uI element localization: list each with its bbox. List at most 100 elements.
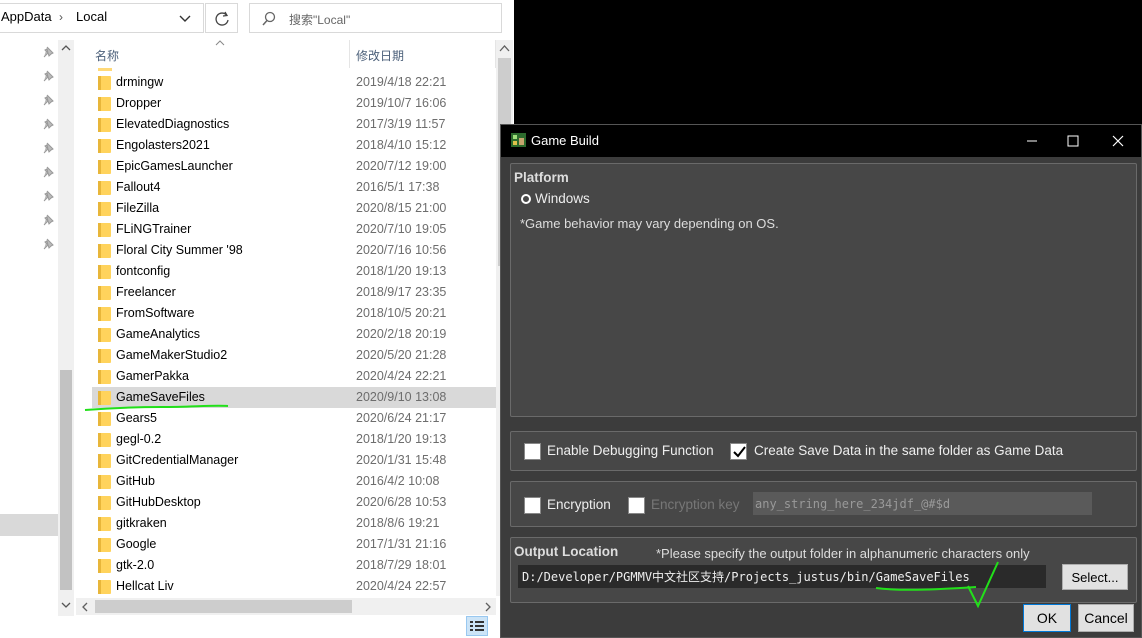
same-folder-label[interactable]: Create Save Data in the same folder as G… (754, 443, 1063, 458)
file-modified-date: 2020/9/10 13:08 (356, 390, 447, 404)
file-row[interactable]: Freelancer 2018/9/17 23:35 (92, 282, 497, 303)
pin-icon[interactable] (43, 190, 55, 202)
column-name[interactable]: 名称 (95, 47, 119, 64)
scroll-up-icon[interactable] (499, 44, 510, 52)
details-view-button[interactable] (466, 616, 488, 636)
file-row[interactable]: ElevatedDiagnostics 2017/3/19 11:57 (92, 114, 497, 135)
encryption-checkbox[interactable] (524, 497, 541, 514)
file-name: ElevatedDiagnostics (116, 117, 230, 131)
dialog-titlebar[interactable]: Game Build (501, 125, 1141, 157)
file-row[interactable]: GitHub 2016/4/2 10:08 (92, 471, 497, 492)
file-modified-date: 2018/8/6 19:21 (356, 516, 440, 530)
file-name: drmingw (116, 75, 164, 89)
file-row[interactable]: fontconfig 2018/1/20 19:13 (92, 261, 497, 282)
folder-icon (98, 412, 111, 426)
pin-icon[interactable] (43, 118, 55, 130)
pin-icon[interactable] (43, 166, 55, 178)
windows-radio-label[interactable]: Windows (535, 191, 590, 206)
address-bar[interactable]: AppData › Local (0, 3, 204, 33)
column-modified-date[interactable]: 修改日期 (356, 47, 404, 64)
file-modified-date: 2020/8/15 21:00 (356, 201, 447, 215)
debugging-label[interactable]: Enable Debugging Function (547, 443, 714, 458)
file-name: Freelancer (116, 285, 176, 299)
file-name: Dropper (116, 96, 162, 110)
encryption-label[interactable]: Encryption (547, 497, 611, 512)
platform-heading: Platform (514, 170, 569, 185)
maximize-icon[interactable] (1063, 131, 1083, 151)
pin-icon[interactable] (43, 70, 55, 82)
file-row[interactable]: Google 2017/1/31 21:16 (92, 534, 497, 555)
output-location-panel: Output Location *Please specify the outp… (510, 537, 1137, 603)
pin-icon[interactable] (43, 46, 55, 58)
folder-icon (98, 181, 111, 195)
cancel-button[interactable]: Cancel (1078, 604, 1134, 632)
folder-icon (98, 160, 111, 174)
folder-icon (98, 391, 111, 405)
pin-icon[interactable] (43, 214, 55, 226)
debug-options-panel: Enable Debugging Function Create Save Da… (510, 431, 1137, 471)
file-row[interactable]: Floral City Summer '98 2020/7/16 10:56 (92, 240, 497, 261)
file-row[interactable]: GameSaveFiles 2020/9/10 13:08 (92, 387, 497, 408)
encryption-panel: Encryption Encryption key (510, 481, 1137, 527)
debugging-checkbox[interactable] (524, 443, 541, 460)
breadcrumb-appdata[interactable]: AppData (1, 9, 52, 24)
file-row[interactable]: drmingw 2019/4/18 22:21 (92, 72, 497, 93)
pin-icon[interactable] (43, 142, 55, 154)
file-row[interactable]: GameMakerStudio2 2020/5/20 21:28 (92, 345, 497, 366)
scroll-left-icon[interactable] (81, 602, 89, 612)
breadcrumb-separator-icon[interactable]: › (59, 10, 63, 24)
sort-ascending-icon (215, 40, 225, 46)
pin-icon[interactable] (43, 238, 55, 250)
scrollbar-thumb[interactable] (60, 370, 72, 590)
file-row[interactable]: GameAnalytics 2020/2/18 20:19 (92, 324, 497, 345)
output-path-field[interactable] (518, 565, 1046, 588)
minimize-icon[interactable] (1022, 131, 1042, 151)
file-name: FileZilla (116, 201, 160, 215)
search-input[interactable]: 搜索"Local" (249, 3, 502, 33)
file-modified-date: 2020/5/20 21:28 (356, 348, 447, 362)
folder-icon (98, 307, 111, 321)
file-row[interactable]: gtk-2.0 2018/7/29 18:01 (92, 555, 497, 576)
file-modified-date: 2020/6/28 10:53 (356, 495, 447, 509)
file-row[interactable]: GitCredentialManager 2020/1/31 15:48 (92, 450, 497, 471)
ok-button[interactable]: OK (1023, 604, 1071, 632)
same-folder-checkbox[interactable] (730, 443, 747, 460)
chevron-down-icon[interactable] (175, 11, 195, 27)
file-explorer-window: AppData › Local 搜索"Local" 名称 修改日期 drming… (0, 0, 514, 638)
nav-scrollbar[interactable] (58, 40, 74, 616)
file-row[interactable]: gegl-0.2 2018/1/20 19:13 (92, 429, 497, 450)
windows-radio[interactable] (521, 194, 531, 204)
file-row[interactable]: Hellcat Liv 2020/4/24 22:57 (92, 576, 497, 597)
horizontal-scrollbar[interactable] (76, 598, 496, 615)
file-row[interactable]: EpicGamesLauncher 2020/7/12 19:00 (92, 156, 497, 177)
file-row[interactable]: GitHubDesktop 2020/6/28 10:53 (92, 492, 497, 513)
scroll-down-icon[interactable] (61, 600, 71, 610)
file-modified-date: 2018/1/20 19:13 (356, 432, 447, 446)
file-name: Floral City Summer '98 (116, 243, 243, 257)
file-row[interactable]: FLiNGTrainer 2020/7/10 19:05 (92, 219, 497, 240)
folder-icon (98, 76, 111, 90)
file-row[interactable]: FromSoftware 2018/10/5 20:21 (92, 303, 497, 324)
encryption-key-field[interactable] (753, 492, 1092, 515)
file-row[interactable]: GamerPakka 2020/4/24 22:21 (92, 366, 497, 387)
encryption-key-checkbox[interactable] (628, 497, 645, 514)
refresh-button[interactable] (205, 3, 238, 33)
file-row[interactable]: Dropper 2019/10/7 16:06 (92, 93, 497, 114)
folder-icon (98, 349, 111, 363)
file-row[interactable]: Fallout4 2016/5/1 17:38 (92, 177, 497, 198)
breadcrumb-local[interactable]: Local (76, 9, 107, 24)
file-name: gitkraken (116, 516, 167, 530)
file-row[interactable]: gitkraken 2018/8/6 19:21 (92, 513, 497, 534)
file-row[interactable]: Gears5 2020/6/24 21:17 (92, 408, 497, 429)
scroll-right-icon[interactable] (484, 602, 492, 612)
scroll-up-icon[interactable] (61, 43, 71, 53)
close-icon[interactable] (1108, 131, 1128, 151)
select-folder-button[interactable]: Select... (1062, 564, 1128, 590)
nav-item-selected[interactable] (0, 514, 58, 536)
scrollbar-thumb[interactable] (95, 600, 352, 613)
pin-icon[interactable] (43, 94, 55, 106)
file-row[interactable]: Engolasters2021 2018/4/10 15:12 (92, 135, 497, 156)
folder-icon (98, 139, 111, 153)
file-row[interactable]: FileZilla 2020/8/15 21:00 (92, 198, 497, 219)
column-divider[interactable] (349, 40, 350, 68)
